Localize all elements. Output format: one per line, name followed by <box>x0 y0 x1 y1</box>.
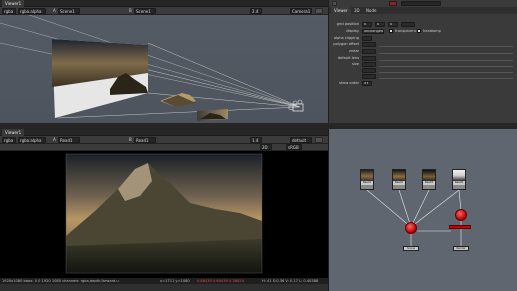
render-output-node[interactable]: Render <box>453 246 469 251</box>
read-node-3[interactable]: Read3 <box>422 169 436 190</box>
render-image <box>65 153 263 274</box>
layer-select[interactable]: rgba.alpha <box>18 8 46 14</box>
node-connections <box>366 189 462 247</box>
node-thumbnail <box>423 170 435 181</box>
polygon-offset-slider[interactable] <box>379 42 513 47</box>
prop-label: display <box>346 29 359 33</box>
node-color-button[interactable] <box>389 1 397 6</box>
tab-properties-3d[interactable]: 3D <box>351 7 363 14</box>
properties-tabbar: Viewer 3D Node <box>329 7 517 14</box>
viewport-3d[interactable] <box>0 15 328 123</box>
properties-header <box>329 0 517 7</box>
camera-node[interactable] <box>455 209 467 221</box>
grid-y-field[interactable]: 0 <box>375 22 385 27</box>
scene-3d-graphic <box>0 15 304 121</box>
top-viewer-toolbar: rgba rgba.alpha A Scene1 B Scene1 2.4 Ca… <box>0 7 328 15</box>
prop-row-show-order: show order XY <box>329 80 517 86</box>
node-label: Read3 <box>423 181 435 185</box>
tab-viewer-top[interactable]: Viewer1 <box>2 0 25 7</box>
input-b-select[interactable]: Scene1 <box>134 8 156 14</box>
tab-properties-node[interactable]: Node <box>363 7 379 14</box>
prop-row-extra-2 <box>329 73 517 79</box>
zoom-field[interactable]: 2.4 <box>250 8 262 14</box>
zoom-field[interactable]: 1.4 <box>250 137 262 143</box>
node-label: Read2 <box>393 181 405 185</box>
top-viewer-tabbar: Viewer1 <box>0 0 328 7</box>
show-order-select[interactable]: XY <box>362 81 372 86</box>
grid-z-field[interactable]: 0 <box>388 22 398 27</box>
read-node-1[interactable]: Read1 <box>360 169 374 190</box>
bottom-viewer-toolbar: rgba rgba.alpha A Read1 B Read1 1.4 defa… <box>0 136 328 144</box>
bottom-viewer-tabbar: Viewer1 <box>0 129 328 136</box>
prop-label: znear <box>348 49 359 53</box>
image-info: 1920x1080 bbox: 0 0 1920 1080 channels: … <box>2 279 119 283</box>
headlamp-checkbox[interactable] <box>417 29 421 33</box>
input-b-select[interactable]: Read1 <box>134 137 156 143</box>
node-name-field[interactable] <box>401 1 441 6</box>
prop-row-polygon-offset: polygon offset <box>329 41 517 47</box>
colorspace-select[interactable]: sRGB <box>286 144 302 150</box>
input-a-select[interactable]: Read1 <box>58 137 80 143</box>
node-label: Read1 <box>361 181 373 185</box>
lock-button[interactable] <box>315 137 323 143</box>
viewport-2d[interactable] <box>0 151 328 278</box>
properties-close-button[interactable] <box>332 1 337 6</box>
cursor-coords: x=1711 y=1080 <box>160 279 190 283</box>
znear-slider[interactable] <box>379 49 513 54</box>
camera-select[interactable]: Camera1 <box>290 8 312 14</box>
pixel-hsv: H: 41 S:0.36 V: 0.17 L: 0.40388 <box>262 279 319 283</box>
prop-label: grid position <box>336 22 359 26</box>
transparency-label: transparency <box>395 29 419 33</box>
layer-select[interactable]: rgba.alpha <box>18 137 46 143</box>
prop-label: show order <box>338 81 359 85</box>
lock-button[interactable] <box>315 8 323 14</box>
node-graph[interactable]: Read1 Read2 Read3 Read4 Scene Render <box>328 129 517 291</box>
node-thumbnail <box>453 170 465 181</box>
input-a-select[interactable]: Scene1 <box>58 8 80 14</box>
tab-viewer-bottom[interactable]: Viewer1 <box>2 129 25 136</box>
extra-slider-2[interactable] <box>379 74 513 79</box>
transparency-checkbox[interactable] <box>389 29 393 33</box>
prop-row-grid-position: grid position 0 0 0 <box>329 21 517 27</box>
grid-extra-field[interactable] <box>401 22 415 27</box>
properties-panel: Viewer 3D Node grid position 0 0 0 displ… <box>328 0 517 123</box>
znear-field[interactable] <box>362 49 376 54</box>
bottom-viewer-subtoolbar: 2D sRGB <box>0 144 328 151</box>
grid-x-field[interactable]: 0 <box>362 22 372 27</box>
channels-select[interactable]: rgba <box>2 137 16 143</box>
prop-row-display: display unchanged transparency headlamp <box>329 28 517 34</box>
scene-output-node[interactable]: Scene <box>403 246 419 251</box>
input-b-label: B <box>129 137 132 142</box>
input-b-label: B <box>129 8 132 13</box>
input-a-label: A <box>53 137 56 142</box>
pixel-rgb: 0.88430 0.60439 0.36024 <box>197 279 244 283</box>
node-thumbnail <box>361 170 373 181</box>
channels-select[interactable]: rgba <box>2 8 16 14</box>
headlamp-label: headlamp <box>423 29 441 33</box>
tab-properties-viewer[interactable]: Viewer <box>331 7 351 14</box>
mode-select[interactable]: default <box>290 137 312 143</box>
render-node[interactable] <box>449 225 471 229</box>
polygon-offset-field[interactable] <box>362 42 376 47</box>
node-thumbnail <box>393 170 405 181</box>
node-label: Read4 <box>453 181 465 185</box>
extra-field-2[interactable] <box>362 74 376 79</box>
display-select[interactable]: unchanged <box>362 29 384 34</box>
scene-node[interactable] <box>405 222 417 234</box>
prop-row-znear: znear <box>329 48 517 54</box>
read-node-2[interactable]: Read2 <box>392 169 406 190</box>
read-node-4[interactable]: Read4 <box>452 169 466 190</box>
prop-label: polygon offset <box>333 42 359 46</box>
view-select[interactable]: 2D <box>260 144 272 150</box>
input-a-label: A <box>53 8 56 13</box>
